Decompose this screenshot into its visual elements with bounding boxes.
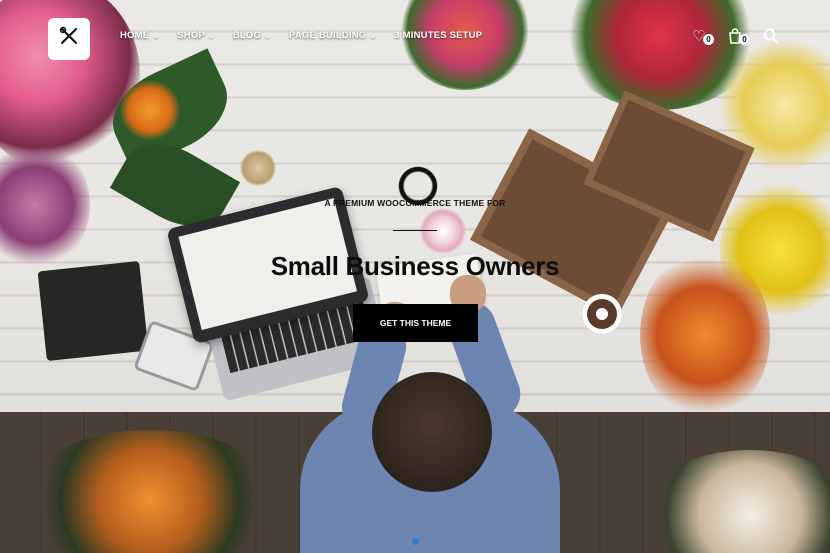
- chevron-down-icon: ⌄: [152, 31, 160, 40]
- slider-pagination: [0, 538, 830, 545]
- chevron-down-icon: ⌄: [207, 31, 215, 40]
- search-button[interactable]: [762, 28, 780, 46]
- site-logo[interactable]: [48, 18, 90, 60]
- ribbon-roll: [420, 208, 466, 254]
- nav-item-shop[interactable]: SHOP ⌄: [177, 30, 215, 41]
- flower-orange-left: [120, 80, 180, 140]
- get-theme-button[interactable]: GET THIS THEME: [353, 304, 478, 342]
- nav-item-blog[interactable]: BLOG ⌄: [233, 30, 271, 41]
- hero-subtitle: A PREMIUM WOOCOMMERCE THEME FOR: [324, 198, 506, 208]
- nav-item-label: HOME: [120, 30, 150, 41]
- twine-spool: [240, 150, 276, 186]
- nav-item-home[interactable]: HOME ⌄: [120, 30, 159, 41]
- chevron-down-icon: ⌄: [264, 31, 272, 40]
- wishlist-count-badge: 0: [703, 34, 714, 45]
- header-actions: ♡ 0 0: [690, 28, 780, 46]
- nav-item-label: SHOP: [177, 30, 205, 41]
- nav-item-label: BLOG: [232, 30, 262, 41]
- nav-item-3-minutes-setup[interactable]: 3 MINUTES SETUP: [394, 30, 482, 41]
- wishlist-button[interactable]: ♡ 0: [690, 28, 714, 46]
- cart-button[interactable]: 0: [726, 28, 750, 46]
- hero-divider: [393, 230, 437, 231]
- hero-headline: Small Business Owners: [270, 251, 560, 281]
- chevron-down-icon: ⌄: [369, 31, 377, 40]
- slider-dot-active[interactable]: [411, 538, 419, 545]
- nav-item-page-building[interactable]: PAGE BUILDING ⌄: [289, 30, 376, 41]
- search-icon: [763, 28, 779, 48]
- coffee-cup: [582, 294, 622, 334]
- nav-item-label: 3 MINUTES SETUP: [394, 30, 483, 41]
- crossed-tools-icon: [58, 25, 80, 53]
- site-header: HOME ⌄ SHOP ⌄ BLOG ⌄ PAGE BUILDING ⌄ 3 M…: [0, 0, 830, 78]
- main-nav: HOME ⌄ SHOP ⌄ BLOG ⌄ PAGE BUILDING ⌄ 3 M…: [120, 30, 500, 41]
- nav-item-label: PAGE BUILDING: [289, 30, 367, 41]
- cart-count-badge: 0: [739, 34, 750, 45]
- person-head: [372, 372, 492, 492]
